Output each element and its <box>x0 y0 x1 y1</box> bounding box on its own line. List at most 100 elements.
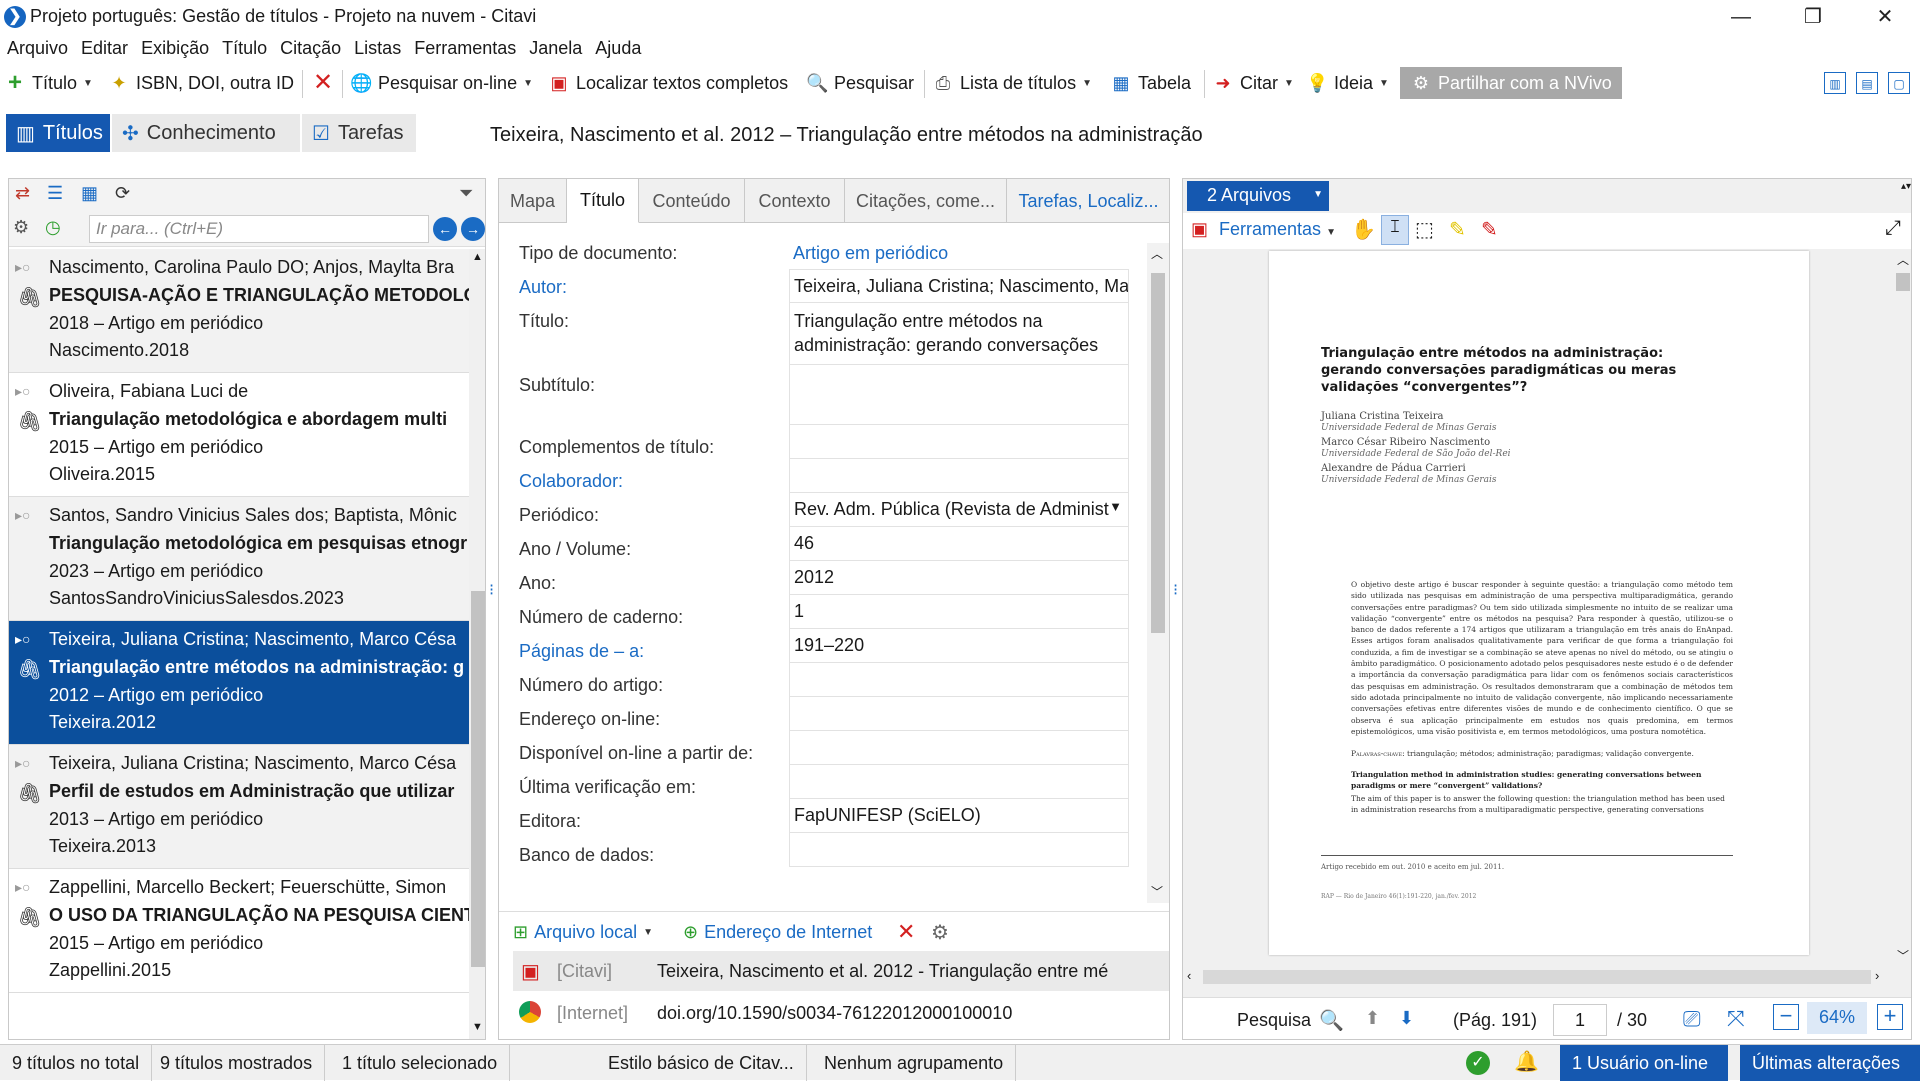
chevron-up-icon[interactable]: ︿ <box>1897 251 1909 268</box>
reference-item[interactable]: ▸○ 🖇 Nascimento, Carolina Paulo DO; Anjo… <box>9 249 469 373</box>
citation-style-status[interactable]: Estilo básico de Citav... <box>596 1045 807 1081</box>
field-label-autor[interactable]: Autor: <box>519 277 567 298</box>
menu-citacao[interactable]: Citação <box>273 34 347 59</box>
page-number-input[interactable]: 1 <box>1553 1004 1607 1036</box>
pdf-page[interactable]: Triangulação entre métodos na administra… <box>1269 251 1809 955</box>
splitter-right[interactable]: ⁝ <box>1173 580 1181 600</box>
tab-mapa[interactable]: Mapa <box>499 179 567 223</box>
splitter-left[interactable]: ⁝ <box>489 580 497 600</box>
idea-button[interactable]: 💡 Ideia ▼ <box>1306 64 1389 102</box>
article-number-field[interactable] <box>789 663 1129 697</box>
remove-attachment-button[interactable]: ✕ <box>897 912 915 952</box>
tools-menu-button[interactable]: Ferramentas ▼ <box>1219 219 1336 240</box>
scrollbar-thumb[interactable] <box>1151 273 1165 633</box>
nvivo-share-button[interactable]: ⚙ Partilhar com a NVivo <box>1400 67 1622 99</box>
find-fulltext-button[interactable]: ▣ Localizar textos completos <box>548 64 788 102</box>
zoom-out-icon[interactable]: − <box>1773 1004 1799 1030</box>
menu-ajuda[interactable]: Ajuda <box>588 34 647 59</box>
issue-field[interactable]: 1 <box>789 595 1129 629</box>
field-label-paginas[interactable]: Páginas de – a: <box>519 641 644 662</box>
close-button[interactable]: ✕ <box>1856 0 1914 34</box>
attachment-row[interactable]: [Internet] doi.org/10.1590/s0034-7612201… <box>513 993 1169 1033</box>
fit-width-icon[interactable]: ⎚ <box>1683 1006 1701 1032</box>
arrow-right-icon[interactable]: → <box>461 217 485 241</box>
title-supplement-field[interactable] <box>789 425 1129 459</box>
menu-arquivo[interactable]: Arquivo <box>0 34 74 59</box>
search-button[interactable]: 🔍 Pesquisar <box>806 64 914 102</box>
internet-address-button[interactable]: ⊕ Endereço de Internet <box>683 912 872 952</box>
search-input[interactable]: Ir para... (Ctrl+E) <box>89 215 429 243</box>
select-text-icon[interactable]: 𝙸 <box>1381 215 1409 245</box>
preview-horizontal-scrollbar[interactable]: ‹ › <box>1183 967 1893 987</box>
sync-ok-icon[interactable]: ✓ <box>1466 1051 1490 1075</box>
history-icon[interactable]: ◷ <box>45 217 61 238</box>
menu-janela[interactable]: Janela <box>522 34 588 59</box>
scroll-bottom-icon[interactable]: ▼ <box>472 1021 483 1033</box>
subtitle-field[interactable] <box>789 365 1129 425</box>
tab-titulo[interactable]: Título <box>567 179 639 223</box>
group-icon[interactable]: ▦ <box>81 183 98 204</box>
add-title-button[interactable]: + Título ▼ <box>4 64 93 102</box>
panel-menu-icon[interactable]: ▴▾ <box>1901 181 1911 192</box>
chevron-down-icon[interactable]: ﹀ <box>1151 883 1163 900</box>
sort-icon[interactable]: ⇄ <box>15 183 30 204</box>
tab-tarefas[interactable]: ☑ Tarefas <box>302 114 416 152</box>
next-page-icon[interactable]: ⬇ <box>1399 1008 1414 1029</box>
scrollbar-thumb[interactable] <box>471 591 485 967</box>
online-address-field[interactable] <box>789 697 1129 731</box>
cite-button[interactable]: ➜ Citar ▼ <box>1212 64 1293 102</box>
list-view-icon[interactable]: ☰ <box>47 183 63 204</box>
highlighter-icon[interactable]: ✎ <box>1449 217 1466 242</box>
title-list-button[interactable]: ⎙ Lista de títulos ▼ <box>932 64 1092 102</box>
tab-titulos[interactable]: ▥ Títulos <box>6 114 110 152</box>
menu-titulo[interactable]: Título <box>215 34 273 59</box>
online-users-button[interactable]: 1 Usuário on-line <box>1560 1045 1728 1081</box>
tab-conteudo[interactable]: Conteúdo <box>639 179 745 223</box>
tab-conhecimento[interactable]: ✣ Conhecimento <box>112 114 300 152</box>
table-button[interactable]: ▦ Tabela <box>1110 64 1191 102</box>
reference-item[interactable]: ▸○ Santos, Sandro Vinicius Sales dos; Ba… <box>9 497 469 621</box>
fullscreen-icon[interactable]: ⤢ <box>1885 217 1901 240</box>
volume-field[interactable]: 46 <box>789 527 1129 561</box>
collaborator-field[interactable] <box>789 459 1129 493</box>
online-search-button[interactable]: 🌐 Pesquisar on-line ▼ <box>350 64 533 102</box>
zoom-in-icon[interactable]: + <box>1877 1004 1903 1030</box>
reference-item-selected[interactable]: ▸○ 🖇 Teixeira, Juliana Cristina; Nascime… <box>9 621 469 745</box>
publisher-field[interactable]: FapUNIFESP (SciELO) <box>789 799 1129 833</box>
chevron-right-icon[interactable]: › <box>1875 968 1879 983</box>
scroll-top-icon[interactable]: ▲ <box>472 251 483 263</box>
refresh-icon[interactable]: ⟳ <box>115 183 130 204</box>
grouping-status[interactable]: Nenhum agrupamento <box>812 1045 1017 1081</box>
attachment-settings-button[interactable]: ⚙ <box>931 912 949 952</box>
bell-icon[interactable]: 🔔 <box>1514 1049 1539 1074</box>
dropdown-arrow-icon[interactable]: ▼ <box>1109 499 1122 514</box>
isbn-button[interactable]: ✦ ISBN, DOI, outra ID <box>108 64 294 102</box>
chevron-up-icon[interactable]: ︿ <box>1151 245 1163 262</box>
field-label-colaborador[interactable]: Colaborador: <box>519 471 623 492</box>
periodical-select[interactable]: Rev. Adm. Pública (Revista de Administ ▼ <box>789 493 1129 527</box>
menu-exibicao[interactable]: Exibição <box>134 34 215 59</box>
reference-item[interactable]: ▸○ 🖇 Zappellini, Marcello Beckert; Feuer… <box>9 869 469 993</box>
layout-center-button[interactable]: ▤ <box>1856 64 1878 102</box>
gear-icon[interactable]: ⚙ <box>13 217 29 238</box>
scrollbar-thumb[interactable] <box>1896 273 1910 291</box>
search-icon[interactable]: 🔍 <box>1319 1008 1344 1033</box>
delete-button[interactable]: ✕ <box>312 64 334 102</box>
available-online-field[interactable] <box>789 731 1129 765</box>
filter-icon[interactable]: ⏷ <box>459 183 473 204</box>
layout-left-button[interactable]: ▥ <box>1824 64 1846 102</box>
reference-item[interactable]: ▸○ 🖇 Teixeira, Juliana Cristina; Nascime… <box>9 745 469 869</box>
local-file-button[interactable]: ⊞ Arquivo local ▼ <box>513 912 653 952</box>
menu-ferramentas[interactable]: Ferramentas <box>407 34 522 59</box>
eraser-icon[interactable]: ✎ <box>1481 217 1498 242</box>
title-field[interactable]: Triangulação entre métodos na administra… <box>789 303 1129 365</box>
tab-citacoes[interactable]: Citações, come... <box>845 179 1007 223</box>
arrow-left-icon[interactable]: ← <box>433 217 457 241</box>
database-field[interactable] <box>789 833 1129 867</box>
tab-tarefas-localizacao[interactable]: Tarefas, Localiz... <box>1007 179 1169 223</box>
attachment-row[interactable]: ▣ [Citavi] Teixeira, Nascimento et al. 2… <box>513 951 1169 991</box>
preview-vertical-scrollbar[interactable]: ︿ ﹀ <box>1893 249 1911 967</box>
document-type-link[interactable]: Artigo em periódico <box>793 243 948 264</box>
reference-item[interactable]: ▸○ 🖇 Oliveira, Fabiana Luci de Triangula… <box>9 373 469 497</box>
fit-page-icon[interactable]: ⤧ <box>1727 1006 1745 1032</box>
